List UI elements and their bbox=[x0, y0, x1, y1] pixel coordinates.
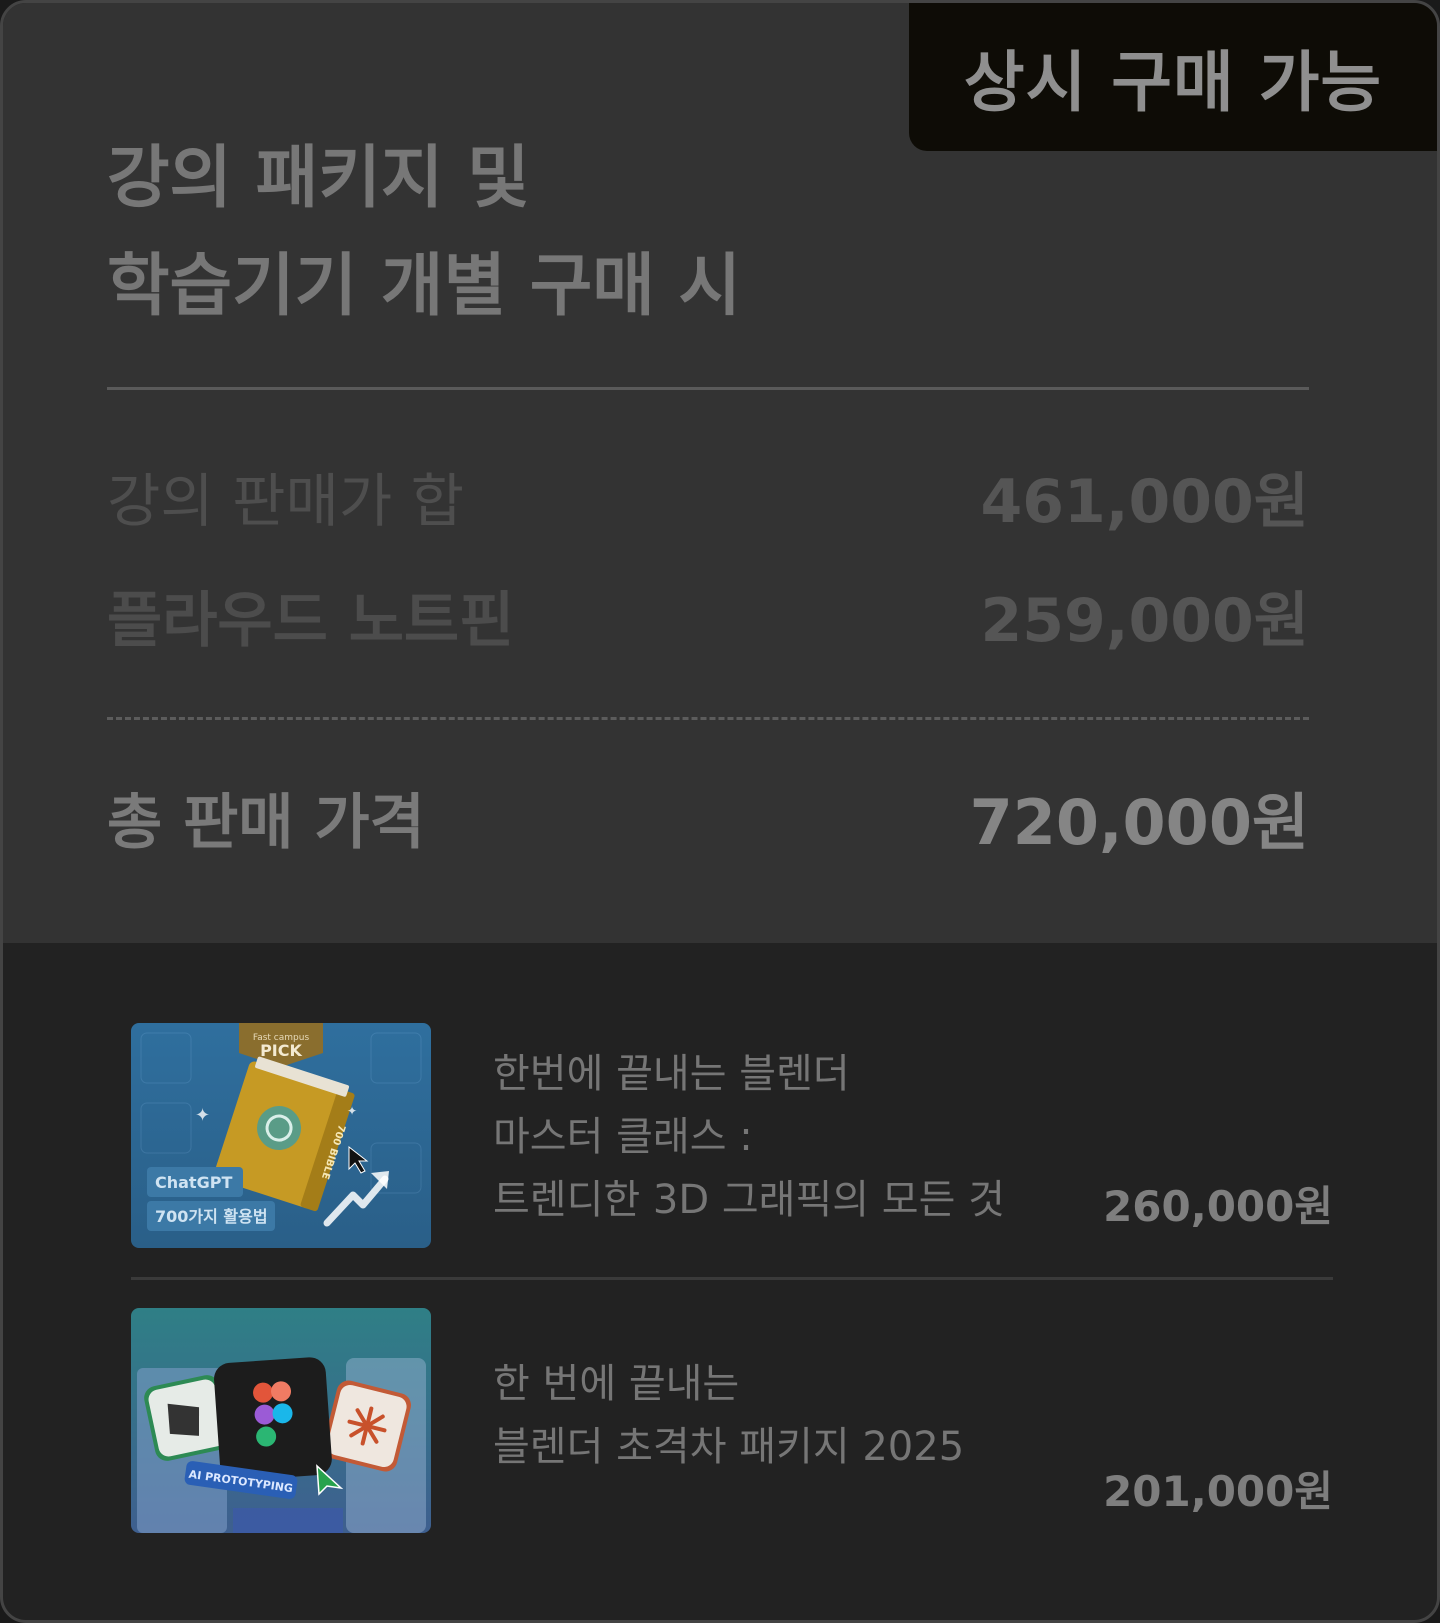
svg-text:✦: ✦ bbox=[347, 1104, 357, 1118]
course-title-line: 블렌더 초격차 패키지 2025 bbox=[493, 1424, 965, 1470]
thumbnail-ai-prototyping-image: AI PROTOTYPING bbox=[131, 1308, 431, 1533]
title-divider bbox=[107, 387, 1309, 390]
course-title: 한번에 끝내는 블렌더 마스터 클래스 : 트렌디한 3D 그래픽의 모든 것 bbox=[493, 1043, 1005, 1232]
thumbnail-chatgpt-image: Fast campus PICK 700 BIBLE ✦ ✦ ChatGPT 7… bbox=[131, 1023, 431, 1248]
course-thumbnail: Fast campus PICK 700 BIBLE ✦ ✦ ChatGPT 7… bbox=[131, 1023, 431, 1248]
device-row: 플라우드 노트핀 259,000원 bbox=[107, 579, 1309, 656]
summary-section: 상시 구매 가능 강의 패키지 및 학습기기 개별 구매 시 강의 판매가 합 … bbox=[3, 3, 1437, 943]
item-divider bbox=[131, 1277, 1333, 1280]
course-thumbnail: AI PROTOTYPING bbox=[131, 1308, 431, 1533]
course-item[interactable]: Fast campus PICK 700 BIBLE ✦ ✦ ChatGPT 7… bbox=[131, 1023, 1333, 1248]
course-title-line: 트렌디한 3D 그래픽의 모든 것 bbox=[493, 1177, 1005, 1223]
grand-total-label: 총 판매 가격 bbox=[107, 787, 425, 858]
title-line-1: 강의 패키지 및 bbox=[107, 139, 530, 218]
availability-badge: 상시 구매 가능 bbox=[909, 3, 1437, 151]
course-price: 260,000원 bbox=[1103, 1182, 1333, 1231]
device-label: 플라우드 노트핀 bbox=[107, 585, 515, 656]
course-total-label: 강의 판매가 합 bbox=[107, 467, 465, 535]
purchase-card: 상시 구매 가능 강의 패키지 및 학습기기 개별 구매 시 강의 판매가 합 … bbox=[0, 0, 1440, 1623]
course-title: 한 번에 끝내는 블렌더 초격차 패키지 2025 bbox=[493, 1353, 964, 1479]
course-price: 201,000원 bbox=[1103, 1467, 1333, 1516]
course-title-line: 한 번에 끝내는 bbox=[493, 1361, 740, 1407]
grand-total-value: 720,000원 bbox=[969, 786, 1309, 859]
grand-total-row: 총 판매 가격 720,000원 bbox=[107, 779, 1309, 859]
section-title: 강의 패키지 및 학습기기 개별 구매 시 bbox=[107, 125, 741, 341]
thumb-tag-chatgpt: ChatGPT bbox=[155, 1173, 232, 1192]
title-line-2: 학습기기 개별 구매 시 bbox=[107, 247, 742, 326]
svg-text:✦: ✦ bbox=[195, 1105, 210, 1126]
thumb-tag-uses: 700가지 활용법 bbox=[155, 1207, 268, 1226]
course-total-row: 강의 판매가 합 461,000원 bbox=[107, 461, 1309, 537]
course-item[interactable]: AI PROTOTYPING 한 번에 끝내는 블렌더 초격차 패키지 2025… bbox=[131, 1308, 1333, 1533]
course-title-line: 마스터 클래스 : bbox=[493, 1114, 753, 1160]
dashed-divider bbox=[107, 717, 1309, 720]
course-title-line: 한번에 끝내는 블렌더 bbox=[493, 1051, 850, 1097]
device-value: 259,000원 bbox=[980, 585, 1309, 656]
thumb-badge: PICK bbox=[260, 1041, 302, 1060]
course-total-value: 461,000원 bbox=[980, 466, 1309, 537]
